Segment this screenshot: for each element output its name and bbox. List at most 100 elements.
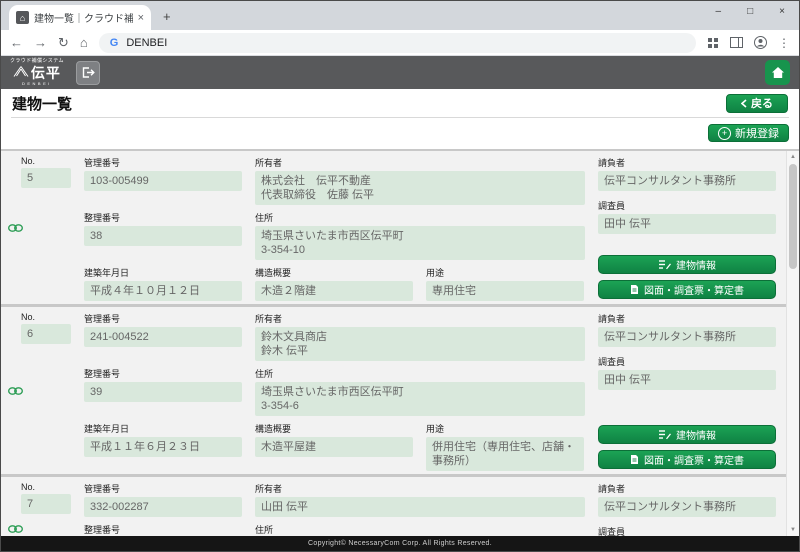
list-pencil-icon [658, 429, 671, 440]
contractor-field[interactable]: 伝平コンサルタント事務所 [598, 497, 776, 517]
new-registration-button[interactable]: + 新規登録 [708, 124, 789, 142]
structure-field[interactable]: 木造平屋建 [255, 437, 413, 457]
link-icon[interactable] [8, 382, 23, 400]
building-info-button[interactable]: 建物情報 [598, 255, 776, 274]
field-label: 建築年月日 [84, 266, 242, 279]
new-tab-button[interactable]: + [163, 10, 171, 23]
main-content: 建物一覧 戻る + 新規登録 No.5 管理番号103-005499 所有者株式… [1, 89, 799, 536]
field-label: 所有者 [255, 156, 585, 169]
browser-menu-icon[interactable]: ⋮ [778, 36, 790, 50]
field-label: 請負者 [598, 156, 776, 169]
browser-window: ⌂ 建物一覧｜クラウド補償システム 伝 × + – □ × ← → ↻ ⌂ G … [0, 0, 800, 552]
field-label: 整理番号 [84, 523, 242, 536]
logout-button[interactable] [76, 61, 100, 85]
reload-icon[interactable]: ↻ [58, 36, 69, 49]
roof-logo-icon [13, 65, 29, 81]
app-header: クラウド補償システム 伝平 DENBEI [1, 56, 799, 89]
kanri-field[interactable]: 103-005499 [84, 171, 242, 191]
field-label: 用途 [426, 422, 584, 435]
building-info-button[interactable]: 建物情報 [598, 425, 776, 444]
browser-tab[interactable]: ⌂ 建物一覧｜クラウド補償システム 伝 × [9, 5, 151, 30]
side-panel-icon[interactable] [730, 37, 743, 48]
link-icon[interactable] [8, 520, 23, 537]
list-pencil-icon [658, 259, 671, 270]
kanri-field[interactable]: 241-004522 [84, 327, 242, 347]
scroll-down-icon[interactable]: ▼ [787, 524, 799, 536]
field-label: 住所 [255, 523, 585, 536]
url-text[interactable]: DENBEI [126, 37, 167, 49]
seiri-field[interactable]: 38 [84, 226, 242, 246]
owner-field[interactable]: 山田 伝平 [255, 497, 585, 517]
extensions-icon[interactable] [707, 37, 719, 49]
brand-romaji: DENBEI [22, 82, 52, 86]
no-field[interactable]: 5 [21, 168, 71, 188]
owner-field[interactable]: 株式会社 伝平不動産 代表取締役 佐藤 伝平 [255, 171, 585, 205]
scroll-up-icon[interactable]: ▲ [787, 151, 799, 163]
field-label: 構造概要 [255, 266, 413, 279]
maximize-button[interactable]: □ [747, 6, 753, 18]
structure-field[interactable]: 木造２階建 [255, 281, 413, 301]
field-label: 管理番号 [84, 312, 242, 325]
window-close-button[interactable]: × [779, 6, 785, 18]
field-label: 住所 [255, 367, 585, 380]
building-record: No.6 管理番号241-004522 所有者鈴木文具商店 鈴木 伝平 整理番号… [1, 307, 799, 477]
toolbar-right: ⋮ [707, 36, 790, 50]
document-icon [630, 454, 639, 465]
usage-field[interactable]: 専用住宅 [426, 281, 584, 301]
surveyor-field[interactable]: 田中 伝平 [598, 370, 776, 390]
kanri-field[interactable]: 332-002287 [84, 497, 242, 517]
owner-field[interactable]: 鈴木文具商店 鈴木 伝平 [255, 327, 585, 361]
back-button[interactable]: 戻る [726, 94, 788, 113]
address-field[interactable]: 埼玉県さいたま市西区伝平町 3-354-6 [255, 382, 585, 416]
no-field[interactable]: 6 [21, 324, 71, 344]
usage-field[interactable]: 併用住宅（専用住宅、店舗・事務所） [426, 437, 584, 471]
building-record: No.5 管理番号103-005499 所有者株式会社 伝平不動産 代表取締役 … [1, 151, 799, 307]
profile-avatar-icon[interactable] [754, 36, 767, 49]
contractor-field[interactable]: 伝平コンサルタント事務所 [598, 171, 776, 191]
built-field[interactable]: 平成４年１０月１２日 [84, 281, 242, 301]
field-label: 住所 [255, 211, 585, 224]
favicon-icon: ⌂ [16, 11, 29, 24]
google-icon: G [110, 37, 119, 49]
logout-icon [81, 66, 95, 79]
built-field[interactable]: 平成１１年６月２３日 [84, 437, 242, 457]
copyright-text: Copyright© NecessaryCom Corp. All Rights… [308, 540, 492, 547]
back-icon[interactable]: ← [10, 36, 23, 49]
drawings-documents-button[interactable]: 図面・調査票・算定書 [598, 450, 776, 469]
no-field[interactable]: 7 [21, 494, 71, 514]
surveyor-field[interactable]: 田中 伝平 [598, 214, 776, 234]
field-label: 整理番号 [84, 367, 242, 380]
address-bar[interactable]: G DENBEI [99, 33, 696, 53]
page-footer: Copyright© NecessaryCom Corp. All Rights… [1, 536, 799, 551]
minimize-button[interactable]: – [716, 6, 722, 18]
address-field[interactable]: 埼玉県さいたま市西区伝平町 3-354-10 [255, 226, 585, 260]
tab-close-icon[interactable]: × [138, 12, 144, 24]
field-label: 所有者 [255, 482, 585, 495]
plus-circle-icon: + [718, 127, 731, 140]
tab-title: 建物一覧｜クラウド補償システム 伝 [34, 10, 133, 25]
page-title: 建物一覧 [12, 93, 726, 114]
home-icon[interactable]: ⌂ [80, 36, 88, 49]
brand-name: 伝平 [31, 66, 61, 80]
field-label: 請負者 [598, 482, 776, 495]
link-icon[interactable] [8, 219, 23, 237]
scrollbar-thumb[interactable] [789, 164, 797, 269]
field-label: 調査員 [598, 199, 776, 212]
window-controls: – □ × [716, 6, 785, 18]
seiri-field[interactable]: 39 [84, 382, 242, 402]
system-name: クラウド補償システム [10, 59, 64, 64]
field-label: 調査員 [598, 355, 776, 368]
field-label: No. [21, 312, 71, 322]
forward-icon[interactable]: → [34, 36, 47, 49]
app-home-button[interactable] [765, 60, 790, 85]
field-label: 調査員 [598, 525, 776, 536]
building-record: No.7 管理番号332-002287 所有者山田 伝平 整理番号41 住所埼玉… [1, 477, 799, 536]
drawings-documents-button[interactable]: 図面・調査票・算定書 [598, 280, 776, 299]
field-label: No. [21, 482, 71, 492]
field-label: 建築年月日 [84, 422, 242, 435]
field-label: 構造概要 [255, 422, 413, 435]
list-scrollbar[interactable]: ▲ ▼ [786, 151, 799, 536]
browser-toolbar: ← → ↻ ⌂ G DENBEI ⋮ [1, 30, 799, 56]
document-icon [630, 284, 639, 295]
contractor-field[interactable]: 伝平コンサルタント事務所 [598, 327, 776, 347]
